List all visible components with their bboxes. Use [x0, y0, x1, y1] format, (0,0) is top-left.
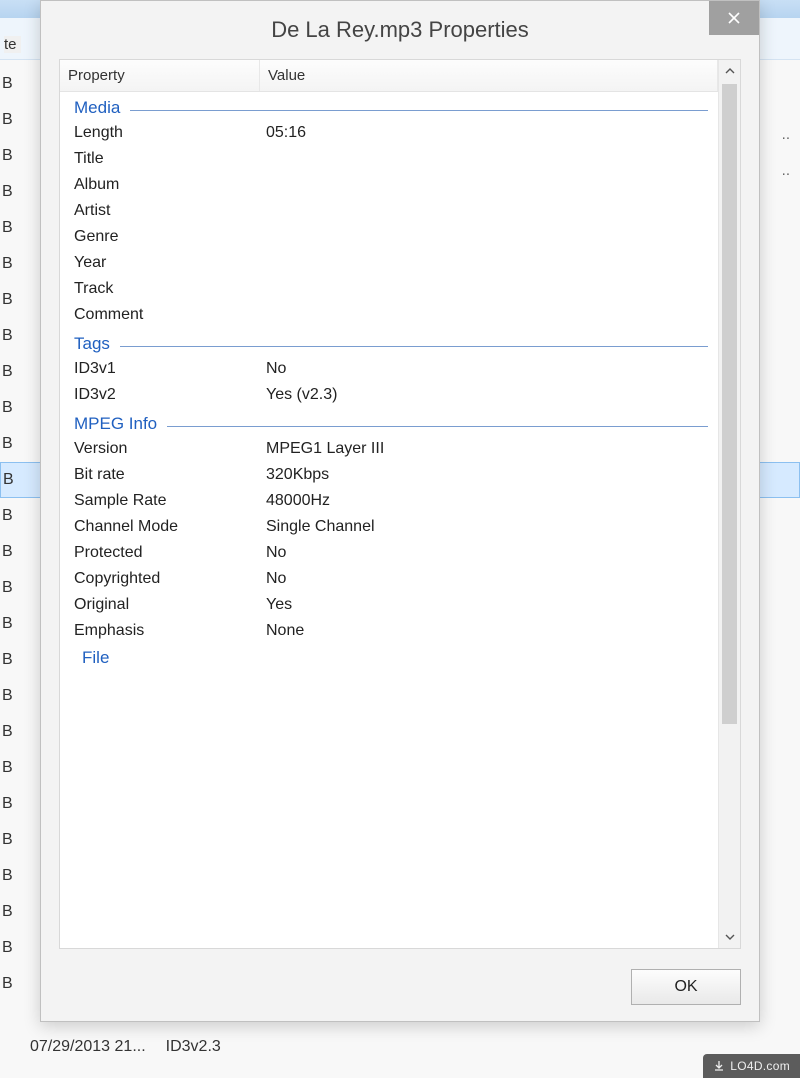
property-value: 320Kbps: [266, 466, 718, 484]
property-value: No: [266, 570, 718, 588]
table-row[interactable]: ID3v1No: [60, 356, 718, 382]
chevron-down-icon: [725, 932, 735, 942]
table-row[interactable]: CopyrightedNo: [60, 566, 718, 592]
bg-ellipsis: ..: [782, 126, 790, 143]
section-title: Media: [74, 98, 120, 118]
property-value: No: [266, 544, 718, 562]
section-header: MPEG Info: [60, 408, 718, 436]
table-row[interactable]: ProtectedNo: [60, 540, 718, 566]
close-icon: [728, 12, 740, 24]
table-row[interactable]: Artist: [60, 198, 718, 224]
table-row[interactable]: ID3v2Yes (v2.3): [60, 382, 718, 408]
dialog-title-text: De La Rey.mp3 Properties: [271, 17, 529, 43]
property-value: [266, 280, 718, 298]
table-row[interactable]: Track: [60, 276, 718, 302]
property-name: Channel Mode: [70, 518, 266, 536]
property-value: Yes: [266, 596, 718, 614]
bg-date-text: 07/29/2013 21...: [30, 1038, 146, 1056]
property-name: Bit rate: [70, 466, 266, 484]
watermark-text: LO4D.com: [730, 1059, 790, 1073]
property-name: Artist: [70, 202, 266, 220]
table-row[interactable]: Bit rate320Kbps: [60, 462, 718, 488]
property-name: Original: [70, 596, 266, 614]
property-name: ID3v2: [70, 386, 266, 404]
property-name: Version: [70, 440, 266, 458]
section-divider: [120, 346, 708, 347]
ok-button[interactable]: OK: [631, 969, 741, 1005]
vertical-scrollbar[interactable]: [718, 60, 740, 948]
watermark: LO4D.com: [703, 1054, 800, 1078]
chevron-up-icon: [725, 66, 735, 76]
scroll-down-button[interactable]: [719, 926, 740, 948]
section-title: MPEG Info: [74, 414, 157, 434]
table-row[interactable]: Album: [60, 172, 718, 198]
table-row[interactable]: Comment: [60, 302, 718, 328]
property-value: [266, 202, 718, 220]
section-header-partial: File: [60, 644, 718, 668]
property-value: MPEG1 Layer III: [266, 440, 718, 458]
scrollbar-thumb[interactable]: [722, 84, 737, 724]
property-value: [266, 176, 718, 194]
table-row[interactable]: Length05:16: [60, 120, 718, 146]
property-name: Emphasis: [70, 622, 266, 640]
property-name: Track: [70, 280, 266, 298]
property-value: [266, 150, 718, 168]
property-name: Title: [70, 150, 266, 168]
dialog-body: Property Value MediaLength05:16TitleAlbu…: [59, 59, 741, 949]
table-row[interactable]: Genre: [60, 224, 718, 250]
property-name: Protected: [70, 544, 266, 562]
property-name: Copyrighted: [70, 570, 266, 588]
background-bottom-row: 07/29/2013 21... ID3v2.3: [30, 1038, 221, 1056]
property-name: Comment: [70, 306, 266, 324]
table-row[interactable]: Sample Rate48000Hz: [60, 488, 718, 514]
close-button[interactable]: [709, 1, 759, 35]
dialog-titlebar: De La Rey.mp3 Properties: [41, 1, 759, 59]
table-row[interactable]: Channel ModeSingle Channel: [60, 514, 718, 540]
property-value: Single Channel: [266, 518, 718, 536]
property-name: Genre: [70, 228, 266, 246]
property-name: ID3v1: [70, 360, 266, 378]
section-divider: [130, 110, 708, 111]
section-title: Tags: [74, 334, 110, 354]
property-name: Album: [70, 176, 266, 194]
property-name: Length: [70, 124, 266, 142]
section-header: Media: [60, 92, 718, 120]
section-header: Tags: [60, 328, 718, 356]
section-divider: [167, 426, 708, 427]
download-icon: [713, 1060, 725, 1072]
property-value: No: [266, 360, 718, 378]
property-name: Sample Rate: [70, 492, 266, 510]
property-value: Yes (v2.3): [266, 386, 718, 404]
property-value: 48000Hz: [266, 492, 718, 510]
scroll-up-button[interactable]: [719, 60, 740, 82]
table-row[interactable]: Year: [60, 250, 718, 276]
table-row[interactable]: Title: [60, 146, 718, 172]
property-value: [266, 306, 718, 324]
table-content: MediaLength05:16TitleAlbumArtistGenreYea…: [60, 92, 718, 672]
properties-dialog: De La Rey.mp3 Properties Property Value …: [40, 0, 760, 1022]
property-value: 05:16: [266, 124, 718, 142]
property-name: Year: [70, 254, 266, 272]
dialog-footer: OK: [41, 959, 759, 1021]
bg-column-header-fragment: te: [4, 36, 21, 53]
property-value: None: [266, 622, 718, 640]
table-header: Property Value: [60, 60, 718, 92]
column-header-property[interactable]: Property: [60, 60, 260, 91]
properties-table: Property Value MediaLength05:16TitleAlbu…: [60, 60, 718, 948]
bg-tag-text: ID3v2.3: [166, 1038, 221, 1056]
property-value: [266, 228, 718, 246]
table-row[interactable]: VersionMPEG1 Layer III: [60, 436, 718, 462]
bg-ellipsis: ..: [782, 162, 790, 179]
table-row[interactable]: OriginalYes: [60, 592, 718, 618]
column-header-value[interactable]: Value: [260, 60, 718, 91]
property-value: [266, 254, 718, 272]
table-row[interactable]: EmphasisNone: [60, 618, 718, 644]
